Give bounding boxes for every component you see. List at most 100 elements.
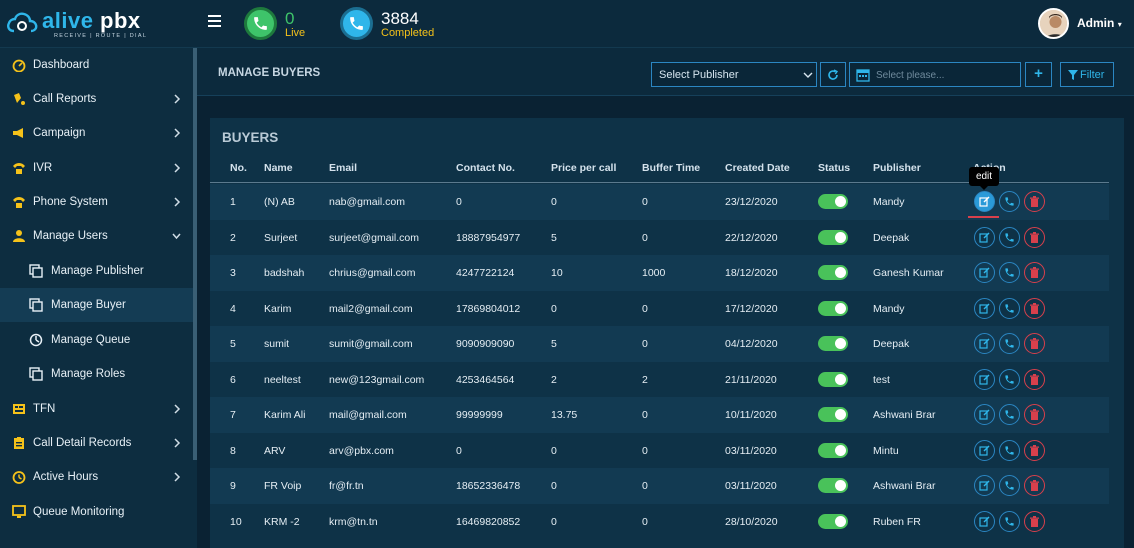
edit-button[interactable]: [974, 333, 995, 354]
edit-button[interactable]: [974, 510, 995, 532]
table-row[interactable]: 6 neeltest new@123gmail.com 4253464564 2 2 21/…: [210, 362, 1109, 398]
table-row[interactable]: 7 Karim Ali mail@gmail.com 99999999 13.75 0 10…: [210, 397, 1109, 433]
user-menu[interactable]: Admin ▾: [1077, 16, 1122, 30]
add-buyer-button[interactable]: +: [1025, 62, 1052, 87]
status-toggle[interactable]: [818, 229, 848, 245]
sidebar-item-queue-monitoring[interactable]: Queue Monitoring: [0, 495, 193, 529]
table-row[interactable]: 2 Surjeet surjeet@gmail.com 18887954977 5 0 22…: [210, 220, 1109, 256]
cell-publisher: Mandy: [873, 196, 905, 208]
table-row[interactable]: 5 sumit sumit@gmail.com 9090909090 5 0 04/12/2…: [210, 326, 1109, 362]
cell-buffer: 0: [642, 196, 648, 208]
status-toggle[interactable]: [818, 407, 848, 422]
edit-button[interactable]: [974, 262, 995, 283]
delete-button[interactable]: [1024, 404, 1045, 425]
call-button[interactable]: [999, 191, 1020, 212]
sidebar-item-active-hours[interactable]: Active Hours: [0, 460, 193, 494]
status-toggle[interactable]: [818, 442, 848, 458]
sidebar-item-ivr[interactable]: IVR: [0, 151, 193, 185]
cell-created: 17/12/2020: [725, 302, 778, 315]
call-button[interactable]: [999, 439, 1020, 461]
sidebar-item-dashboard[interactable]: Dashboard: [0, 48, 193, 82]
cell-no: 10: [230, 515, 242, 528]
table-row[interactable]: 8 ARV arv@pbx.com 0 0 0 03/11/2020 Mintu: [210, 433, 1109, 469]
completed-phone-icon: [340, 7, 373, 40]
filter-button[interactable]: Filter: [1060, 62, 1114, 87]
sidebar-item-tfn[interactable]: TFN: [0, 392, 193, 426]
sidebar-item-campaign[interactable]: Campaign: [0, 116, 193, 150]
chevron-right-icon: [174, 472, 181, 482]
column-header-status[interactable]: Status: [818, 162, 850, 174]
column-header-buffer[interactable]: Buffer Time: [642, 162, 700, 174]
date-range-input[interactable]: Select please...: [849, 62, 1021, 87]
cell-no: 7: [230, 409, 236, 421]
call-button[interactable]: [999, 262, 1020, 283]
delete-button[interactable]: [1024, 226, 1045, 248]
delete-button[interactable]: [1024, 368, 1045, 390]
cell-name: Surjeet: [264, 231, 298, 244]
chevron-right-icon: [174, 163, 181, 173]
sidebar-item-manage-buyer[interactable]: Manage Buyer: [0, 288, 193, 322]
edit-button[interactable]: [974, 297, 995, 319]
menu-toggle-icon[interactable]: [208, 15, 221, 29]
column-header-price[interactable]: Price per call: [551, 162, 616, 174]
status-toggle[interactable]: [818, 265, 848, 280]
user-avatar[interactable]: [1038, 8, 1069, 39]
delete-button[interactable]: [1024, 510, 1045, 532]
edit-button[interactable]: [974, 475, 995, 496]
status-toggle[interactable]: [818, 194, 848, 209]
sidebar-item-manage-publisher[interactable]: Manage Publisher: [0, 254, 193, 288]
call-button[interactable]: [999, 368, 1020, 390]
call-button[interactable]: [999, 475, 1020, 496]
table-row[interactable]: 9 FR Voip fr@fr.tn 18652336478 0 0 03/11/2020 A…: [210, 468, 1109, 504]
delete-button[interactable]: [1024, 262, 1045, 283]
edit-button[interactable]: [974, 226, 995, 248]
table-row[interactable]: 3 badshah chrius@gmail.com 4247722124 10 1000…: [210, 255, 1109, 291]
delete-button[interactable]: [1024, 439, 1045, 461]
call-button[interactable]: [999, 297, 1020, 319]
phone-icon: [1005, 303, 1014, 313]
delete-button[interactable]: [1024, 297, 1045, 319]
sidebar-item-manage-queue[interactable]: Manage Queue: [0, 323, 193, 357]
column-header-no[interactable]: No.: [230, 162, 247, 174]
status-toggle[interactable]: [818, 371, 848, 387]
sidebar-item-manage-roles[interactable]: Manage Roles: [0, 357, 193, 391]
call-button[interactable]: [999, 333, 1020, 354]
edit-button[interactable]: [974, 439, 995, 461]
column-header-publisher[interactable]: Publisher: [873, 162, 921, 174]
delete-button[interactable]: [1024, 475, 1045, 496]
app-logo[interactable]: alive pbx RECEIVE | ROUTE | DIAL: [6, 8, 166, 42]
cell-contact: 16469820852: [456, 515, 521, 528]
delete-button[interactable]: [1024, 191, 1045, 212]
call-button[interactable]: [999, 404, 1020, 425]
column-header-email[interactable]: Email: [329, 162, 357, 174]
sidebar-item-phone-system[interactable]: Phone System: [0, 185, 193, 219]
status-toggle[interactable]: [818, 300, 848, 316]
status-toggle[interactable]: [818, 478, 848, 493]
sidebar-scrollbar[interactable]: [193, 48, 197, 460]
cell-no: 2: [230, 231, 236, 244]
table-row[interactable]: 1 (N) AB nab@gmail.com 0 0 0 23/12/2020 Mandy: [210, 184, 1109, 220]
call-button[interactable]: [999, 510, 1020, 532]
sidebar-item-label: TFN: [33, 403, 56, 415]
status-toggle[interactable]: [818, 513, 848, 529]
status-toggle[interactable]: [818, 336, 848, 351]
filter-label: Filter: [1080, 69, 1105, 81]
sidebar-item-call-detail-records[interactable]: Call Detail Records: [0, 426, 193, 460]
edit-button[interactable]: [974, 404, 995, 425]
column-header-name[interactable]: Name: [264, 162, 293, 174]
cell-no: 6: [230, 373, 236, 386]
table-row[interactable]: 10 KRM -2 krm@tn.tn 16469820852 0 0 28/10/2020…: [210, 504, 1109, 540]
call-button[interactable]: [999, 226, 1020, 248]
sidebar-item-manage-users[interactable]: Manage Users: [0, 219, 193, 253]
publisher-select[interactable]: Select Publisher: [651, 62, 817, 87]
cell-created: 03/11/2020: [725, 444, 777, 457]
edit-button[interactable]: [974, 191, 995, 212]
column-header-contact[interactable]: Contact No.: [456, 162, 515, 174]
column-header-created[interactable]: Created Date: [725, 162, 790, 174]
table-row[interactable]: 4 Karim mail2@gmail.com 17869804012 0 0 17/12/…: [210, 291, 1109, 327]
refresh-button[interactable]: [820, 62, 846, 87]
call-reports-icon: [14, 93, 25, 105]
delete-button[interactable]: [1024, 333, 1045, 354]
sidebar-item-call-reports[interactable]: Call Reports: [0, 82, 193, 116]
edit-button[interactable]: [974, 368, 995, 390]
